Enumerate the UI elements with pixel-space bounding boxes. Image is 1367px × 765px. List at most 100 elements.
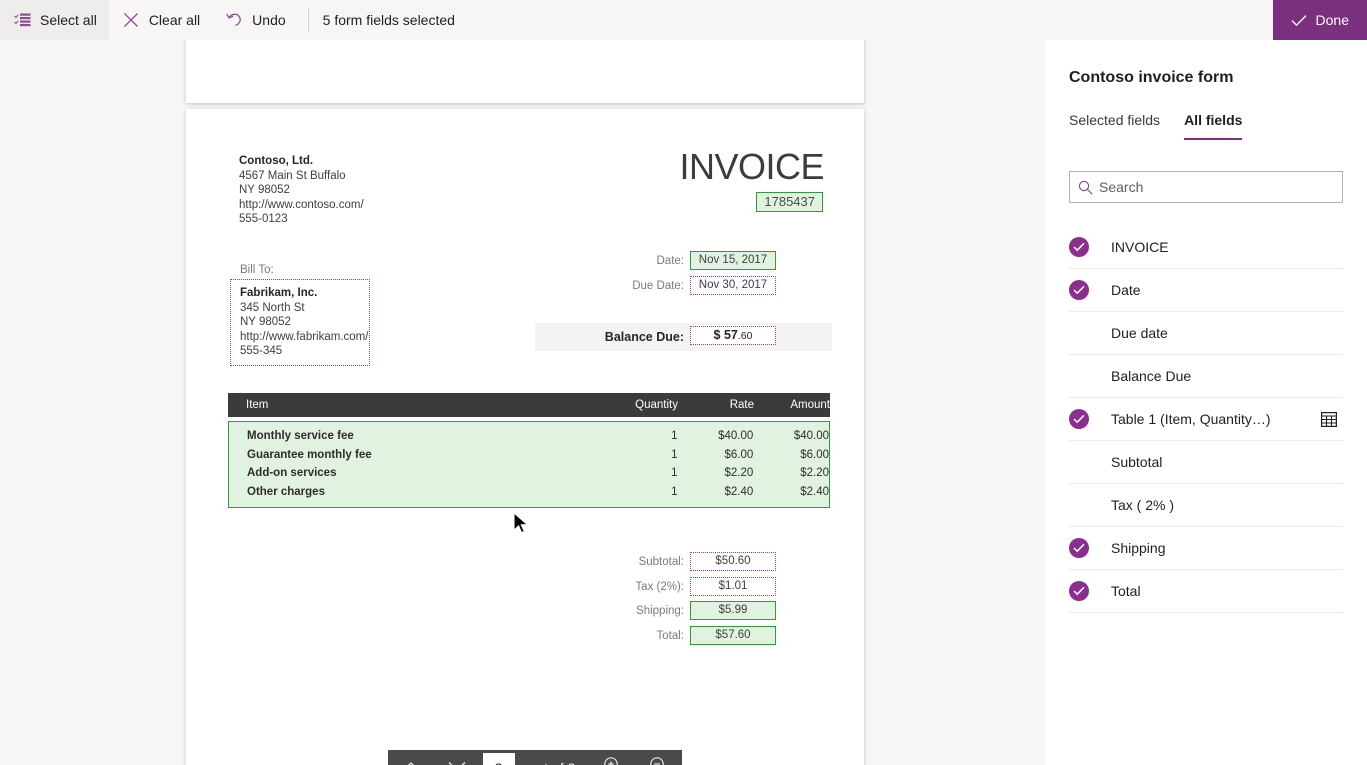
cell-amount: $2.40 (800, 486, 829, 499)
check-circle-icon (1069, 581, 1089, 601)
balance-due-field[interactable]: $ 57.60 (690, 326, 776, 345)
next-page-button[interactable] (434, 750, 480, 765)
subtotal-field[interactable]: $50.60 (690, 552, 776, 571)
sender-company: Contoso, Ltd. (239, 155, 314, 167)
mouse-cursor (513, 511, 531, 538)
checkmark-icon (1291, 14, 1307, 27)
sender-street: 4567 Main St Buffalo (239, 169, 346, 182)
cell-rate: $2.40 (724, 486, 754, 499)
table-row: Other charges 1 $2.40 $2.40 (229, 483, 829, 502)
document-page-previous[interactable] (186, 40, 864, 103)
table-icon[interactable] (1315, 411, 1343, 427)
col-item: Item (246, 399, 269, 411)
shipping-label: Shipping: (636, 605, 684, 618)
field-label: Table 1 (Item, Quantity…) (1111, 411, 1271, 427)
field-row-date[interactable]: Date (1069, 269, 1343, 312)
check-circle-icon (1069, 280, 1089, 300)
cell-amount: $2.20 (800, 467, 829, 480)
previous-page-button[interactable] (388, 750, 434, 765)
field-checkbox-checked[interactable] (1069, 409, 1111, 429)
date-field[interactable]: Nov 15, 2017 (690, 251, 776, 270)
table-row: Add-on services 1 $2.20 $2.20 (229, 464, 829, 483)
invoice-meta-block: Date: Nov 15, 2017 Due Date: Nov 30, 201… (535, 251, 832, 300)
sender-city-zip: NY 98052 (239, 184, 290, 197)
undo-button[interactable]: Undo (212, 0, 297, 40)
cell-item: Add-on services (247, 467, 337, 480)
cell-item: Other charges (247, 486, 325, 499)
field-row-tax[interactable]: Tax ( 2% ) (1069, 484, 1343, 527)
field-checkbox-checked[interactable] (1069, 538, 1111, 558)
chevron-up-icon (402, 759, 420, 765)
tab-all-fields[interactable]: All fields (1184, 112, 1243, 140)
field-label: Subtotal (1111, 454, 1163, 470)
check-circle-icon (1069, 409, 1089, 429)
search-icon (1078, 180, 1093, 195)
balance-due-cents: .60 (737, 330, 753, 342)
totals-row: Total: $57.60 (535, 625, 832, 651)
toolbar-divider (307, 8, 309, 32)
shipping-field[interactable]: $5.99 (690, 601, 776, 621)
zoom-out-button[interactable] (636, 750, 682, 765)
balance-due-label: Balance Due: (604, 330, 684, 344)
invoice-content: Contoso, Ltd. 4567 Main St Buffalo NY 98… (186, 109, 864, 765)
cell-item: Monthly service fee (247, 430, 354, 443)
field-row-shipping[interactable]: Shipping (1069, 527, 1343, 570)
field-label: INVOICE (1111, 239, 1169, 255)
meta-row: Due Date: Nov 30, 2017 (535, 275, 832, 301)
field-row-subtotal[interactable]: Subtotal (1069, 441, 1343, 484)
tab-selected-fields[interactable]: Selected fields (1069, 112, 1160, 140)
field-row-due-date[interactable]: Due date (1069, 312, 1343, 355)
x-icon (121, 10, 141, 30)
bill-to-field[interactable]: Fabrikam, Inc. 345 North St NY 98052 htt… (230, 279, 370, 366)
totals-row: Tax (2%): $1.01 (535, 576, 832, 602)
field-list: INVOICE Date Due date Balance Due Table … (1069, 226, 1343, 613)
totals-block: Subtotal: $50.60 Tax (2%): $1.01 Shippin… (535, 552, 832, 650)
field-checkbox-checked[interactable] (1069, 280, 1111, 300)
balance-due-row: Balance Due: $ 57.60 (535, 323, 832, 351)
subtotal-label: Subtotal: (638, 556, 684, 568)
field-label: Due date (1111, 325, 1168, 341)
field-row-total[interactable]: Total (1069, 570, 1343, 613)
fields-panel: Contoso invoice form Selected fields All… (1045, 40, 1367, 765)
tax-field[interactable]: $1.01 (690, 576, 776, 596)
clear-all-button[interactable]: Clear all (109, 0, 212, 40)
undo-arrow-icon (224, 10, 244, 30)
col-rate: Rate (729, 399, 754, 411)
select-all-button[interactable]: Select all (0, 0, 109, 40)
invoice-number-field[interactable]: 1785437 (756, 192, 823, 212)
zoom-out-icon (649, 756, 668, 765)
check-circle-icon (1069, 538, 1089, 558)
zoom-in-icon (603, 756, 622, 765)
total-label: Total: (656, 629, 685, 642)
panel-title: Contoso invoice form (1069, 69, 1234, 86)
meta-row: Date: Nov 15, 2017 (535, 251, 832, 276)
search-box[interactable] (1069, 171, 1343, 203)
check-circle-icon (1069, 237, 1089, 257)
field-label: Date (1111, 282, 1141, 298)
page-navigation-bar: out of 8 (388, 750, 682, 765)
field-row-balance-due[interactable]: Balance Due (1069, 355, 1343, 398)
bill-to-label: Bill To: (240, 264, 274, 276)
done-button[interactable]: Done (1272, 0, 1367, 40)
billto-city-zip: NY 98052 (240, 316, 291, 329)
due-date-field[interactable]: Nov 30, 2017 (690, 275, 776, 295)
total-field[interactable]: $57.60 (690, 625, 776, 645)
field-row-table-1[interactable]: Table 1 (Item, Quantity…) (1069, 398, 1343, 441)
zoom-in-button[interactable] (589, 750, 635, 765)
document-page-current[interactable]: Contoso, Ltd. 4567 Main St Buffalo NY 98… (186, 109, 864, 765)
field-checkbox-checked[interactable] (1069, 581, 1111, 601)
field-checkbox-checked[interactable] (1069, 237, 1111, 257)
tax-label: Tax (2%): (635, 580, 684, 593)
panel-tabs: Selected fields All fields (1069, 112, 1266, 140)
field-row-invoice[interactable]: INVOICE (1069, 226, 1343, 269)
cell-quantity: 1 (671, 448, 678, 461)
cell-rate: $2.20 (724, 467, 754, 480)
search-input[interactable] (1093, 178, 1334, 196)
document-viewer[interactable]: Contoso, Ltd. 4567 Main St Buffalo NY 98… (0, 40, 1045, 765)
cell-item: Guarantee monthly fee (247, 448, 372, 461)
cell-quantity: 1 (671, 486, 678, 499)
page-count-label: out of 8 (515, 760, 590, 765)
page-number-input[interactable] (482, 753, 515, 765)
line-items-table[interactable]: Item Quantity Rate Amount Monthly servic… (228, 393, 830, 509)
balance-due-amount: $ 57 (713, 328, 738, 342)
